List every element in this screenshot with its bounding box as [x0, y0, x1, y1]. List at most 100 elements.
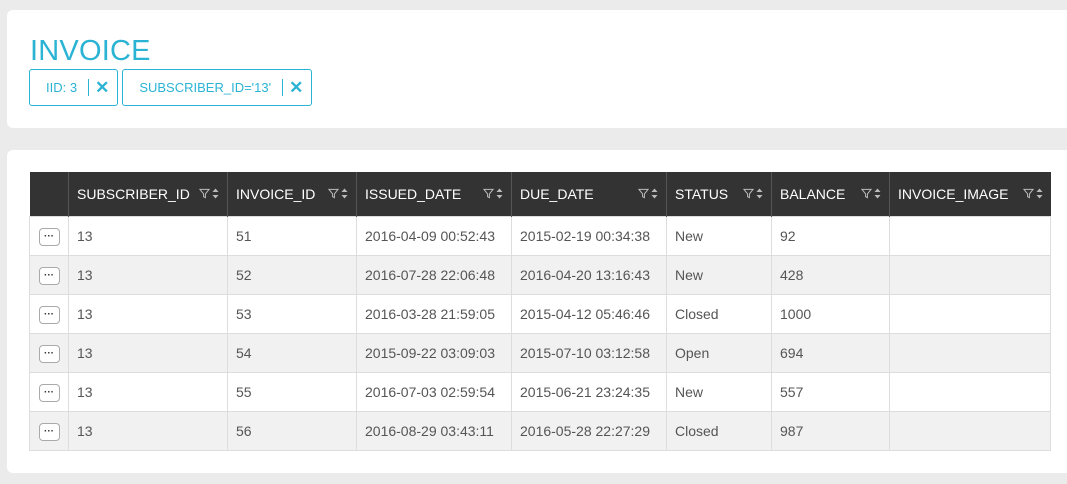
cell-invoice-id: 54	[227, 332, 357, 373]
row-menu-button[interactable]: ···	[38, 422, 60, 441]
cell-invoice-id: 56	[227, 410, 357, 451]
cell-invoice-id: 53	[227, 293, 357, 334]
row-actions-header	[29, 172, 69, 216]
cell-subscriber-id: 13	[68, 410, 228, 451]
cell-balance: 987	[771, 410, 890, 451]
sort-icon[interactable]	[341, 188, 348, 199]
cell-balance: 694	[771, 332, 890, 373]
cell-balance: 92	[771, 215, 890, 256]
cell-invoice-image	[889, 410, 1051, 451]
cell-subscriber-id: 13	[68, 371, 228, 412]
cell-invoice-image	[889, 332, 1051, 373]
column-header-label: BALANCE	[780, 185, 846, 202]
funnel-icon[interactable]	[861, 188, 872, 199]
filter-chip-label: IID: 3	[46, 80, 78, 95]
cell-issued-date: 2016-03-28 21:59:05	[356, 293, 512, 334]
table-row[interactable]: ··· 13 51 2016-04-09 00:52:43 2015-02-19 00:…	[29, 215, 1051, 256]
sort-icon[interactable]	[651, 188, 658, 199]
sort-icon[interactable]	[212, 188, 219, 199]
column-header-controls	[1022, 188, 1043, 199]
cell-subscriber-id: 13	[68, 254, 228, 295]
funnel-icon[interactable]	[483, 188, 494, 199]
cell-subscriber-id: 13	[68, 215, 228, 256]
column-header-controls	[743, 188, 763, 199]
row-actions-cell: ···	[29, 371, 69, 412]
column-header-label: ISSUED_DATE	[365, 185, 462, 202]
row-menu-button[interactable]: ···	[38, 305, 60, 324]
cell-due-date: 2015-02-19 00:34:38	[511, 215, 667, 256]
cell-status: Closed	[666, 293, 772, 334]
column-header-invoice-id[interactable]: INVOICE_ID	[227, 172, 357, 216]
funnel-icon[interactable]	[1022, 188, 1034, 199]
cell-balance: 428	[771, 254, 890, 295]
column-header-status[interactable]: STATUS	[666, 172, 772, 216]
cell-status: Open	[666, 332, 772, 373]
filter-chips: IID: 3 ✕ SUBSCRIBER_ID='13' ✕	[29, 69, 313, 106]
cell-issued-date: 2016-07-03 02:59:54	[356, 371, 512, 412]
table-row[interactable]: ··· 13 54 2015-09-22 03:09:03 2015-07-10 03:…	[29, 332, 1051, 373]
cell-issued-date: 2015-09-22 03:09:03	[356, 332, 512, 373]
cell-issued-date: 2016-08-29 03:43:11	[356, 410, 512, 451]
cell-invoice-image	[889, 371, 1051, 412]
cell-issued-date: 2016-04-09 00:52:43	[356, 215, 512, 256]
column-header-controls	[638, 188, 658, 199]
cell-due-date: 2016-04-20 13:16:43	[511, 254, 667, 295]
row-menu-button[interactable]: ···	[38, 266, 60, 285]
funnel-icon[interactable]	[638, 188, 649, 199]
sort-icon[interactable]	[756, 188, 763, 199]
cell-invoice-image	[889, 215, 1051, 256]
column-header-label: INVOICE_IMAGE	[898, 185, 1009, 202]
cell-status: Closed	[666, 410, 772, 451]
column-header-controls	[328, 188, 348, 199]
column-header-label: INVOICE_ID	[236, 185, 316, 202]
cell-subscriber-id: 13	[68, 332, 228, 373]
cell-issued-date: 2016-07-28 22:06:48	[356, 254, 512, 295]
column-header-invoice-image[interactable]: INVOICE_IMAGE	[889, 172, 1051, 216]
filter-chip-iid[interactable]: IID: 3 ✕	[29, 69, 119, 106]
close-icon[interactable]: ✕	[289, 79, 303, 96]
row-menu-button[interactable]: ···	[38, 344, 60, 363]
row-actions-cell: ···	[29, 293, 69, 334]
column-header-controls	[483, 188, 503, 199]
cell-balance: 1000	[771, 293, 890, 334]
column-header-controls	[199, 188, 219, 199]
column-header-label: SUBSCRIBER_ID	[77, 185, 190, 202]
row-actions-cell: ···	[29, 254, 69, 295]
column-header-due-date[interactable]: DUE_DATE	[511, 172, 667, 216]
table-row[interactable]: ··· 13 56 2016-08-29 03:43:11 2016-05-28 22:…	[29, 410, 1051, 451]
table-row[interactable]: ··· 13 52 2016-07-28 22:06:48 2016-04-20 13:…	[29, 254, 1051, 295]
cell-invoice-id: 52	[227, 254, 357, 295]
filter-chip-subscriber-id[interactable]: SUBSCRIBER_ID='13' ✕	[122, 69, 313, 106]
row-actions-cell: ···	[29, 410, 69, 451]
row-actions-cell: ···	[29, 215, 69, 256]
column-header-balance[interactable]: BALANCE	[771, 172, 890, 216]
cell-status: New	[666, 371, 772, 412]
column-header-controls	[861, 188, 881, 199]
cell-status: New	[666, 215, 772, 256]
funnel-icon[interactable]	[199, 188, 210, 199]
cell-due-date: 2015-04-12 05:46:46	[511, 293, 667, 334]
funnel-icon[interactable]	[743, 188, 754, 199]
cell-due-date: 2015-07-10 03:12:58	[511, 332, 667, 373]
close-icon[interactable]: ✕	[95, 79, 109, 96]
grid-panel: SUBSCRIBER_ID INVOICE_ID ISSUED_DATE DUE_DA…	[7, 150, 1067, 473]
sort-icon[interactable]	[1036, 188, 1043, 199]
chip-divider	[282, 79, 284, 96]
cell-invoice-id: 55	[227, 371, 357, 412]
cell-balance: 557	[771, 371, 890, 412]
chip-divider	[88, 79, 90, 96]
cell-invoice-image	[889, 254, 1051, 295]
column-header-subscriber-id[interactable]: SUBSCRIBER_ID	[68, 172, 228, 216]
row-menu-button[interactable]: ···	[38, 227, 60, 246]
table-header-row: SUBSCRIBER_ID INVOICE_ID ISSUED_DATE DUE_DA…	[29, 172, 1051, 216]
funnel-icon[interactable]	[328, 188, 339, 199]
column-header-issued-date[interactable]: ISSUED_DATE	[356, 172, 512, 216]
sort-icon[interactable]	[874, 188, 881, 199]
cell-invoice-id: 51	[227, 215, 357, 256]
cell-due-date: 2016-05-28 22:27:29	[511, 410, 667, 451]
table-row[interactable]: ··· 13 55 2016-07-03 02:59:54 2015-06-21 23:…	[29, 371, 1051, 412]
table-row[interactable]: ··· 13 53 2016-03-28 21:59:05 2015-04-12 05:…	[29, 293, 1051, 334]
sort-icon[interactable]	[496, 188, 503, 199]
row-menu-button[interactable]: ···	[38, 383, 60, 402]
table-body: ··· 13 51 2016-04-09 00:52:43 2015-02-19 00:…	[29, 215, 1051, 451]
